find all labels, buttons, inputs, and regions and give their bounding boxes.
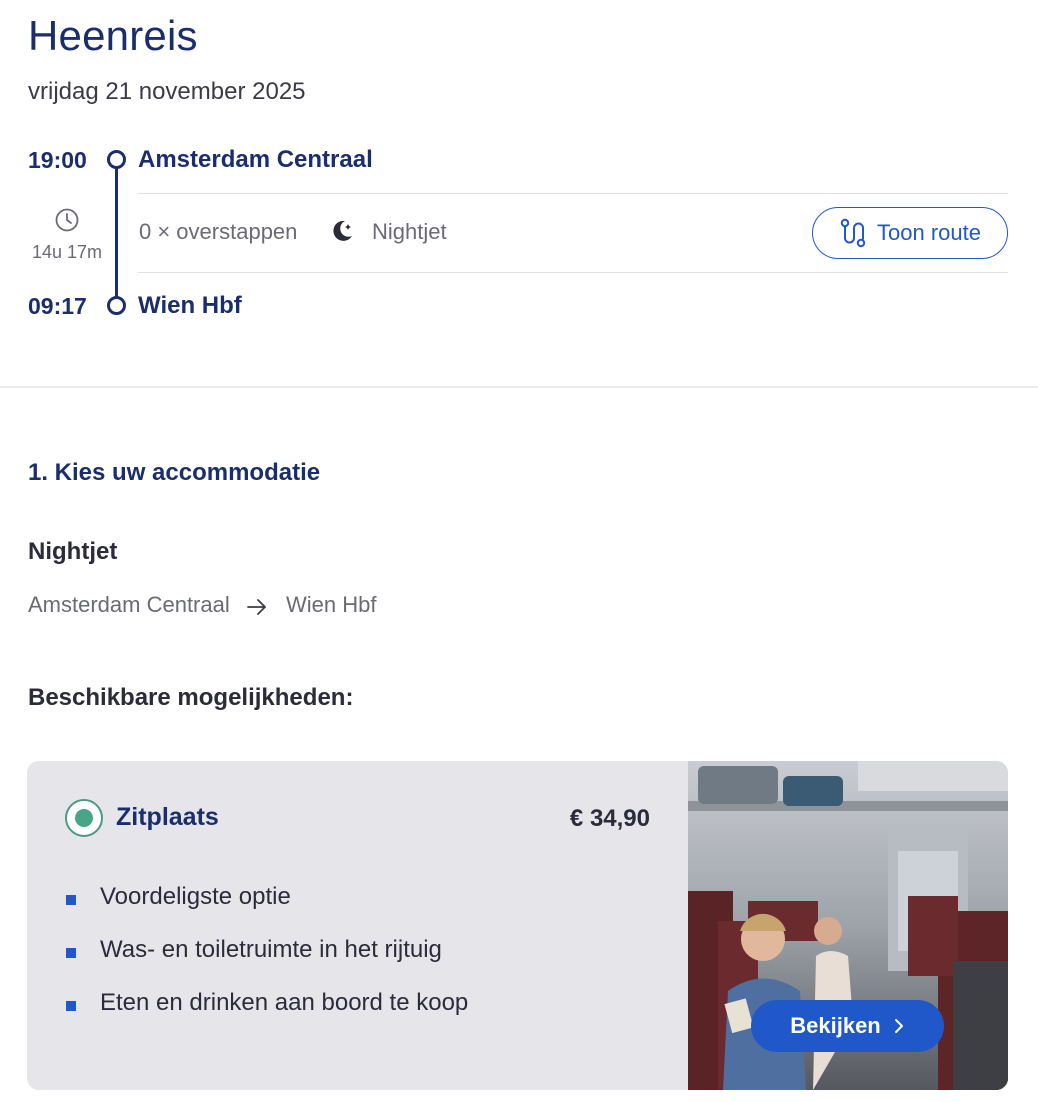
show-route-button[interactable]: Toon route bbox=[812, 207, 1008, 259]
step-title: 1. Kies uw accommodatie bbox=[28, 459, 321, 486]
bullet-icon bbox=[66, 948, 76, 958]
feature-text: Was- en toiletruimte in het rijtuig bbox=[100, 936, 442, 963]
chevron-right-icon bbox=[894, 1019, 903, 1033]
list-item: Was- en toiletruimte in het rijtuig bbox=[65, 934, 468, 987]
option-radio[interactable] bbox=[65, 799, 103, 837]
feature-text: Voordeligste optie bbox=[100, 883, 291, 910]
feature-text: Eten en drinken aan boord te koop bbox=[100, 989, 469, 1016]
section-divider bbox=[0, 386, 1038, 388]
travel-date: vrijdag 21 november 2025 bbox=[28, 78, 306, 105]
arrival-dot bbox=[107, 296, 126, 315]
route-from: Amsterdam Centraal bbox=[28, 592, 230, 617]
divider bbox=[138, 272, 1008, 273]
train-type: Nightjet bbox=[372, 219, 447, 244]
option-price: € 34,90 bbox=[569, 805, 650, 832]
route-to: Wien Hbf bbox=[286, 592, 377, 617]
product-title: Nightjet bbox=[28, 538, 118, 565]
bullet-icon bbox=[66, 1001, 76, 1011]
view-button[interactable]: Bekijken bbox=[751, 1000, 944, 1052]
list-item: Voordeligste optie bbox=[65, 881, 468, 934]
transfers-count: 0 × overstappen bbox=[139, 219, 298, 244]
arrival-time: 09:17 bbox=[28, 293, 87, 319]
option-name: Zitplaats bbox=[116, 803, 219, 831]
departure-dot bbox=[107, 150, 126, 169]
route-icon bbox=[840, 218, 866, 248]
arrow-right-icon bbox=[247, 599, 266, 615]
show-route-label: Toon route bbox=[877, 220, 981, 245]
feature-list: Voordeligste optie Was- en toiletruimte … bbox=[65, 881, 468, 1040]
option-card-details: Zitplaats € 34,90 Voordeligste optie Was… bbox=[27, 761, 688, 1090]
clock-icon bbox=[55, 208, 79, 232]
timeline-line bbox=[115, 167, 118, 297]
departure-time: 19:00 bbox=[28, 147, 87, 173]
arrival-station: Wien Hbf bbox=[138, 292, 242, 319]
page-title: Heenreis bbox=[28, 12, 198, 59]
departure-station: Amsterdam Centraal bbox=[138, 146, 373, 173]
bullet-icon bbox=[66, 895, 76, 905]
trip-duration: 14u 17m bbox=[31, 242, 103, 262]
divider bbox=[138, 193, 1008, 194]
list-item: Eten en drinken aan boord te koop bbox=[65, 987, 468, 1040]
moon-icon bbox=[333, 220, 352, 241]
available-options-title: Beschikbare mogelijkheden: bbox=[28, 684, 354, 711]
option-card[interactable]: Zitplaats € 34,90 Voordeligste optie Was… bbox=[27, 761, 1008, 1090]
view-button-label: Bekijken bbox=[790, 1013, 881, 1038]
